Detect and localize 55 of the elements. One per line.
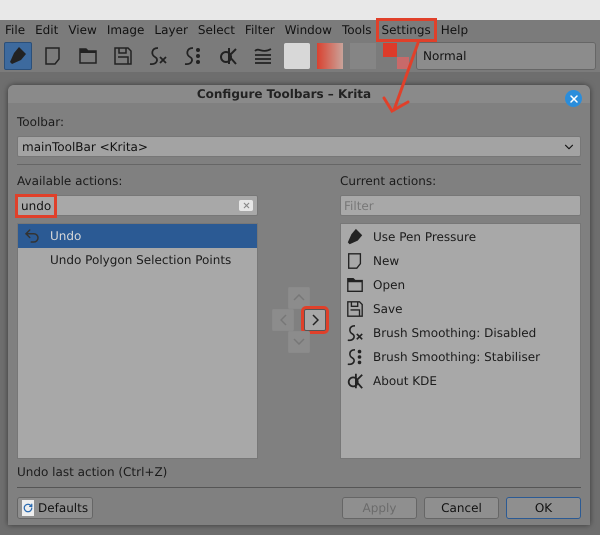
document-icon [346, 252, 364, 270]
menu-item[interactable]: Help [438, 21, 472, 39]
menu-item[interactable]: Window [282, 21, 335, 39]
close-button[interactable] [565, 90, 582, 107]
menu-item[interactable]: Image [104, 21, 148, 39]
action-item[interactable]: About KDE [341, 369, 580, 393]
current-actions-label: Current actions: [340, 173, 438, 190]
action-description: Undo last action (Ctrl+Z) [17, 464, 168, 481]
toolbar-button[interactable] [4, 42, 32, 70]
folder-icon [78, 46, 98, 66]
action-item[interactable]: Undo [18, 224, 257, 248]
action-item[interactable]: Open [341, 273, 580, 297]
s-curve-dots-icon [346, 348, 364, 366]
dialog-button[interactable]: OK [506, 497, 581, 519]
action-item[interactable]: Brush Smoothing: Stabiliser [341, 345, 580, 369]
undo-icon [23, 227, 41, 245]
s-curve-cross-icon [346, 324, 364, 342]
gradient-swatch[interactable] [317, 43, 343, 69]
menu-item[interactable]: Settings [378, 21, 434, 39]
toolbar-dropdown[interactable]: mainToolBar <Krita> [17, 136, 581, 157]
reset-document-icon [22, 500, 34, 516]
s-curve-cross-icon [148, 46, 168, 66]
available-actions-label: Available actions: [17, 173, 124, 190]
s-curve-dots-icon [183, 46, 203, 66]
gear-k-icon [346, 372, 364, 390]
menu-item[interactable]: Layer [151, 21, 191, 39]
action-item[interactable]: Use Pen Pressure [341, 225, 580, 249]
dialog-button[interactable]: Cancel [424, 497, 499, 519]
window-title: Configure Toolbars – Krita [196, 86, 372, 103]
gear-k-icon [218, 46, 238, 66]
toolbar-label: Toolbar: [17, 114, 66, 131]
menu-item[interactable]: Tools [338, 21, 375, 39]
dialog-button[interactable]: Defaults [17, 497, 94, 519]
document-icon [43, 46, 63, 66]
chevron-icon [312, 314, 318, 326]
folder-icon [346, 276, 364, 294]
action-item[interactable]: Undo Polygon Selection Points [18, 248, 257, 272]
color-swatches[interactable] [383, 43, 409, 69]
pen-nib-icon [8, 46, 28, 66]
menu-item[interactable]: Filter [242, 21, 278, 39]
search-field[interactable]: undo [17, 195, 258, 216]
menu-item[interactable]: Select [194, 21, 238, 39]
clear-icon[interactable] [239, 200, 253, 211]
menu-item[interactable]: File [2, 21, 28, 39]
action-item[interactable]: New [341, 249, 580, 273]
action-item[interactable]: Brush Smoothing: Disabled [341, 321, 580, 345]
menu-item[interactable]: Edit [32, 21, 62, 39]
action-item[interactable]: Save [341, 297, 580, 321]
menu-item[interactable]: View [65, 21, 100, 39]
pen-nib-icon [346, 228, 364, 246]
blend-mode-dropdown[interactable]: Normal [416, 42, 596, 70]
close-icon [568, 92, 580, 104]
brush-preset-swatch[interactable] [284, 43, 310, 69]
list-lines-icon [253, 46, 273, 66]
pattern-swatch[interactable] [350, 43, 376, 69]
